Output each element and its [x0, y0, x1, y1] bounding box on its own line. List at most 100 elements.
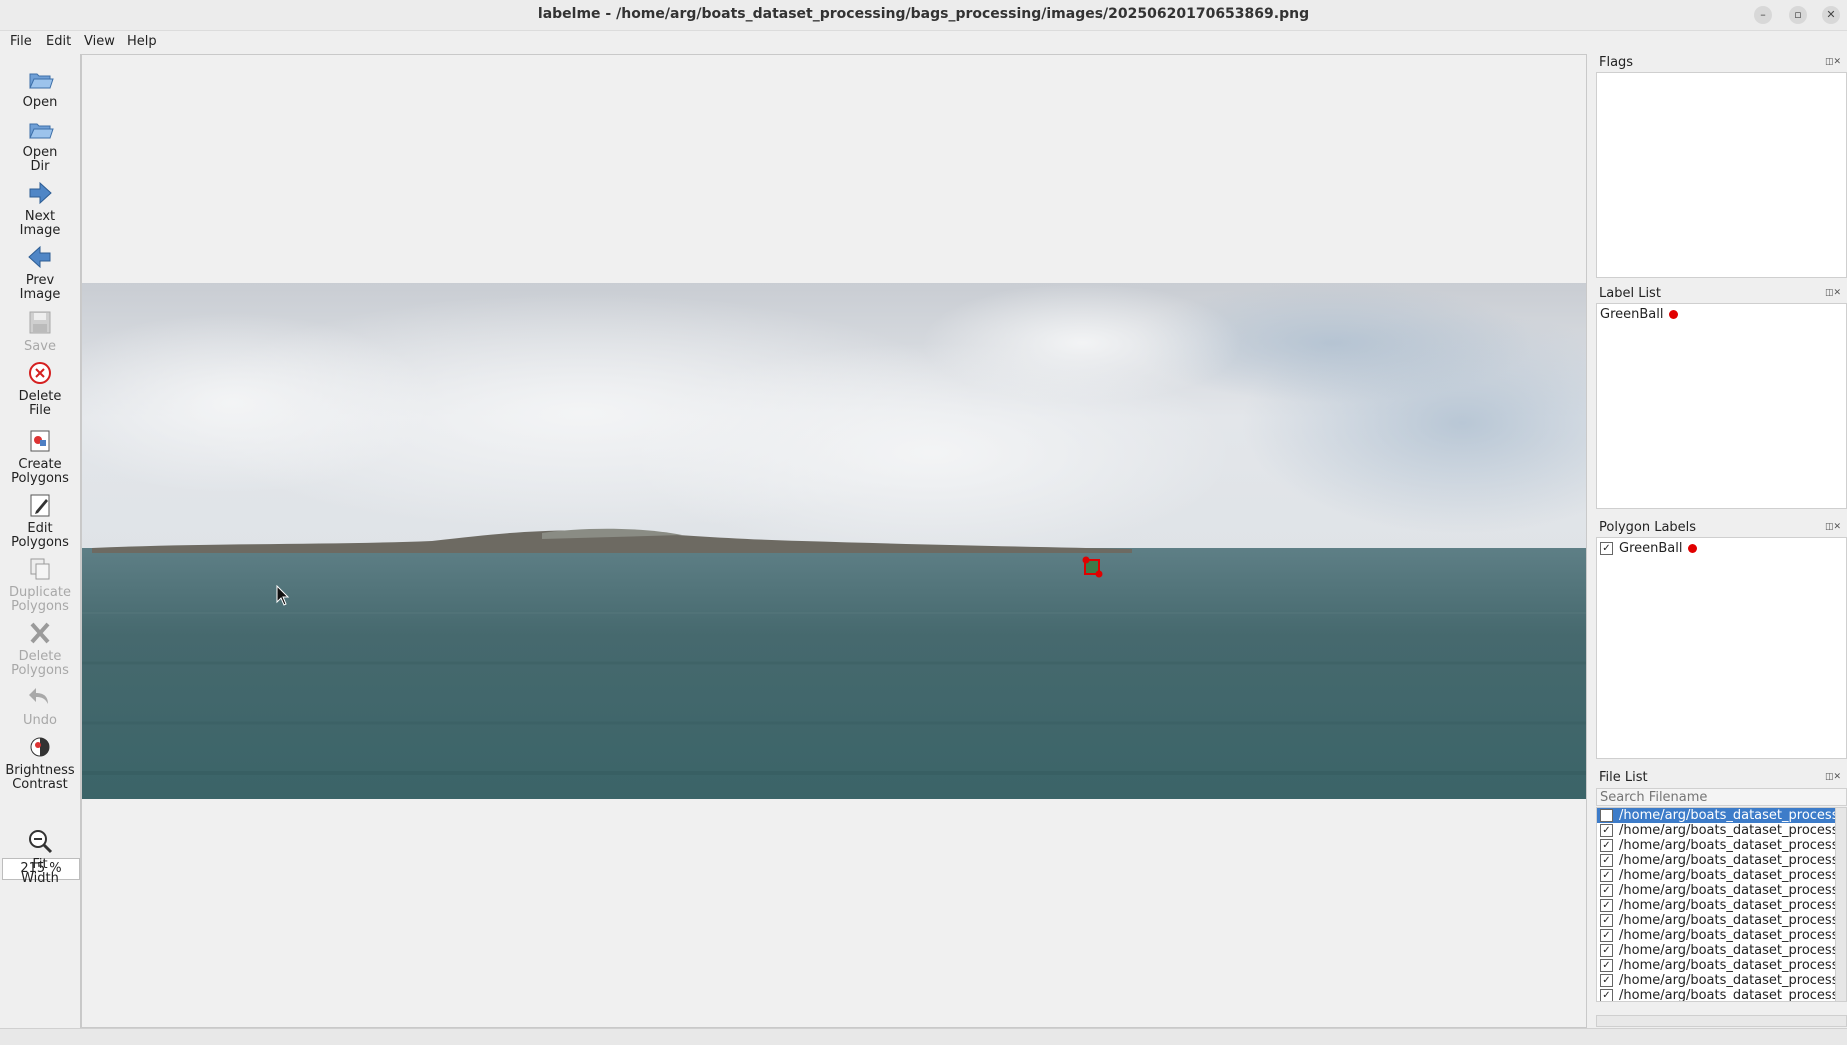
mouse-cursor-icon: [276, 585, 290, 606]
file-list-vertical-scrollbar[interactable]: [1835, 808, 1846, 1001]
open-dir-button[interactable]: Open Dir: [0, 116, 80, 174]
delete-circle-icon: [29, 362, 51, 384]
file-checkbox[interactable]: ✓: [1600, 869, 1613, 882]
flags-panel-controls[interactable]: ◫✕: [1825, 57, 1847, 69]
menu-edit[interactable]: Edit: [46, 34, 71, 49]
brightness-contrast-label: Brightness Contrast: [5, 763, 75, 792]
file-list-item[interactable]: ✓ /home/arg/boats_dataset_processing: [1597, 823, 1846, 838]
file-list-item[interactable]: ✓ /home/arg/boats_dataset_processing: [1597, 988, 1846, 1002]
next-image-label: Next Image: [19, 209, 61, 238]
close-button[interactable]: ✕: [1822, 6, 1840, 24]
undo-icon: [29, 688, 48, 704]
file-path: /home/arg/boats_dataset_processing: [1619, 808, 1846, 823]
file-checkbox[interactable]: ✓: [1600, 944, 1613, 957]
edit-polygons-button[interactable]: Edit Polygons: [0, 492, 80, 550]
file-list-horizontal-scrollbar[interactable]: [1596, 1015, 1847, 1027]
menu-help[interactable]: Help: [127, 34, 157, 49]
brightness-contrast-button[interactable]: Brightness Contrast: [0, 734, 80, 792]
file-list-item[interactable]: ✓ /home/arg/boats_dataset_processing: [1597, 943, 1846, 958]
file-checkbox[interactable]: ✓: [1600, 899, 1613, 912]
create-polygons-button[interactable]: Create Polygons: [0, 428, 80, 486]
file-list-item[interactable]: ✓ /home/arg/boats_dataset_processing: [1597, 838, 1846, 853]
polygon-label-name: GreenBall: [1619, 541, 1683, 556]
file-checkbox[interactable]: ✓: [1600, 839, 1613, 852]
file-path: /home/arg/boats_dataset_processing: [1619, 988, 1846, 1002]
label-list-item[interactable]: GreenBall: [1600, 307, 1679, 322]
greenball-polygon[interactable]: [1082, 555, 1112, 585]
folder-open-icon: [29, 73, 54, 89]
tool-bar: Open Open Dir Next Image Prev Image Save…: [0, 54, 81, 1028]
file-checkbox[interactable]: ✓: [1600, 884, 1613, 897]
create-polygons-label: Create Polygons: [11, 457, 69, 486]
file-checkbox[interactable]: ✓: [1600, 854, 1613, 867]
label-name: GreenBall: [1600, 307, 1664, 322]
undo-button[interactable]: Undo: [0, 684, 80, 728]
file-list-item[interactable]: ✓ /home/arg/boats_dataset_processing: [1597, 928, 1846, 943]
file-path: /home/arg/boats_dataset_processing: [1619, 913, 1846, 928]
prev-image-button[interactable]: Prev Image: [0, 244, 80, 302]
duplicate-polygons-label: Duplicate Polygons: [9, 585, 71, 614]
file-path: /home/arg/boats_dataset_processing: [1619, 853, 1846, 868]
file-list-item[interactable]: ✓ /home/arg/boats_dataset_processing: [1597, 808, 1846, 823]
edit-pencil-icon: [30, 494, 50, 517]
title-bar: labelme - /home/arg/boats_dataset_proces…: [0, 0, 1847, 31]
brightness-contrast-icon: [30, 737, 50, 757]
image-canvas[interactable]: [81, 54, 1587, 1028]
fit-width-label: Fit Width: [21, 857, 59, 886]
file-path: /home/arg/boats_dataset_processing: [1619, 973, 1846, 988]
right-dock: Flags ◫✕ Label List ◫✕ GreenBall Polygon…: [1593, 54, 1847, 1028]
file-list-item[interactable]: ✓ /home/arg/boats_dataset_processing: [1597, 913, 1846, 928]
file-checkbox[interactable]: ✓: [1600, 929, 1613, 942]
file-checkbox[interactable]: ✓: [1600, 914, 1613, 927]
polygon-labels-panel: ✓ GreenBall: [1596, 537, 1847, 759]
next-image-button[interactable]: Next Image: [0, 180, 80, 238]
arrow-right-icon: [29, 181, 52, 205]
polygon-color-dot: [1688, 544, 1698, 553]
file-checkbox[interactable]: ✓: [1600, 989, 1613, 1001]
search-filename-input[interactable]: [1596, 788, 1847, 806]
file-list-item[interactable]: ✓ /home/arg/boats_dataset_processing: [1597, 853, 1846, 868]
file-checkbox[interactable]: ✓: [1600, 974, 1613, 987]
menu-file[interactable]: File: [10, 34, 32, 49]
delete-file-label: Delete File: [18, 389, 62, 418]
delete-polygons-label: Delete Polygons: [11, 649, 69, 678]
polygon-labels-controls[interactable]: ◫✕: [1825, 522, 1847, 534]
arrow-left-icon: [28, 245, 51, 269]
open-button[interactable]: Open: [0, 66, 80, 110]
label-list-title: Label List: [1599, 286, 1661, 301]
undo-label: Undo: [23, 713, 57, 728]
folder-open-icon: [29, 123, 54, 139]
file-list-item[interactable]: ✓ /home/arg/boats_dataset_processing: [1597, 868, 1846, 883]
delete-polygons-button[interactable]: Delete Polygons: [0, 620, 80, 678]
file-path: /home/arg/boats_dataset_processing: [1619, 928, 1846, 943]
menu-view[interactable]: View: [84, 34, 115, 49]
save-label: Save: [24, 339, 56, 354]
edit-polygons-label: Edit Polygons: [11, 521, 69, 550]
file-list-title: File List: [1599, 770, 1648, 785]
file-list: ✓ /home/arg/boats_dataset_processing ✓ /ho…: [1596, 807, 1847, 1002]
file-list-item[interactable]: ✓ /home/arg/boats_dataset_processing: [1597, 883, 1846, 898]
file-list-item[interactable]: ✓ /home/arg/boats_dataset_processing: [1597, 898, 1846, 913]
delete-file-button[interactable]: Delete File: [0, 360, 80, 418]
duplicate-polygons-button[interactable]: Duplicate Polygons: [0, 556, 80, 614]
file-list-item[interactable]: ✓ /home/arg/boats_dataset_processing: [1597, 973, 1846, 988]
flags-panel-title: Flags: [1599, 55, 1634, 70]
label-list-controls[interactable]: ◫✕: [1825, 288, 1847, 300]
file-checkbox[interactable]: ✓: [1600, 809, 1613, 822]
polygon-label-item[interactable]: ✓ GreenBall: [1600, 541, 1698, 556]
window-title: labelme - /home/arg/boats_dataset_proces…: [537, 6, 1310, 22]
save-button[interactable]: Save: [0, 310, 80, 354]
file-path: /home/arg/boats_dataset_processing: [1619, 868, 1846, 883]
file-path: /home/arg/boats_dataset_processing: [1619, 823, 1846, 838]
maximize-button[interactable]: ▫: [1789, 6, 1807, 24]
polygon-visible-checkbox[interactable]: ✓: [1600, 542, 1613, 555]
file-checkbox[interactable]: ✓: [1600, 959, 1613, 972]
file-list-item[interactable]: ✓ /home/arg/boats_dataset_processing: [1597, 958, 1846, 973]
minimize-button[interactable]: –: [1754, 6, 1772, 24]
file-checkbox[interactable]: ✓: [1600, 824, 1613, 837]
prev-image-label: Prev Image: [19, 273, 61, 302]
file-path: /home/arg/boats_dataset_processing: [1619, 943, 1846, 958]
file-list-controls[interactable]: ◫✕: [1825, 772, 1847, 784]
fit-width-button[interactable]: Fit Width: [0, 828, 80, 886]
file-path: /home/arg/boats_dataset_processing: [1619, 898, 1846, 913]
